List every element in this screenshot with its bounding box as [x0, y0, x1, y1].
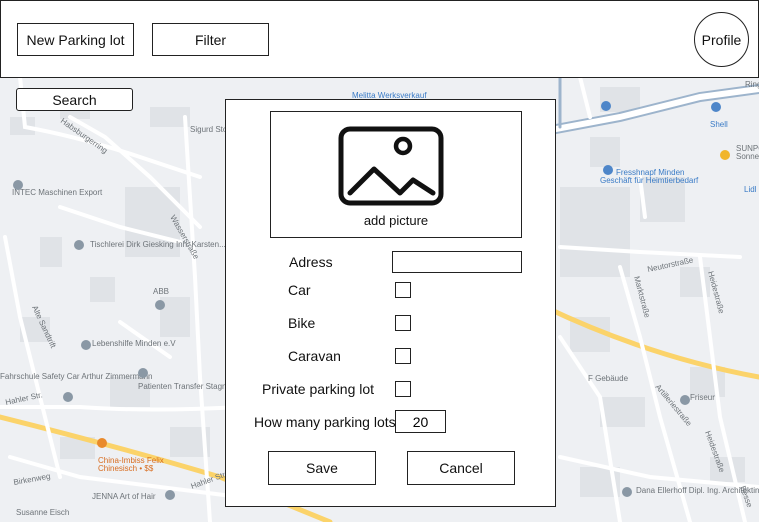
map-pin-icon[interactable]: [680, 395, 690, 405]
shop-pin-icon[interactable]: [601, 101, 611, 111]
restaurant-pin-icon[interactable]: [97, 438, 107, 448]
map-pin-icon[interactable]: [165, 490, 175, 500]
adress-input[interactable]: [392, 251, 522, 273]
map-label: ABB: [153, 287, 169, 296]
new-parking-lot-dialog: add picture Adress Car Bike Caravan Priv…: [225, 99, 556, 507]
map-pin-icon[interactable]: [155, 300, 165, 310]
parking-lot-count-input[interactable]: [395, 410, 446, 433]
map-label: Shell: [710, 120, 728, 129]
map-pin-icon[interactable]: [63, 392, 73, 402]
shop-pin-icon[interactable]: [603, 165, 613, 175]
profile-button[interactable]: Profile: [694, 12, 749, 67]
sun-pin-icon[interactable]: [720, 150, 730, 160]
car-label: Car: [288, 282, 311, 298]
caravan-checkbox[interactable]: [395, 348, 411, 364]
map-label: Patienten Transfer Stagneth: [138, 382, 238, 391]
bike-checkbox[interactable]: [395, 315, 411, 331]
private-parking-lot-checkbox[interactable]: [395, 381, 411, 397]
bike-label: Bike: [288, 315, 316, 331]
map-label: Sonnenst: [736, 152, 759, 161]
map-label: F Gebäude: [588, 374, 629, 383]
caravan-label: Caravan: [288, 348, 341, 364]
new-parking-lot-button[interactable]: New Parking lot: [17, 23, 134, 56]
map-label: Lebenshilfe Minden e.V: [92, 339, 176, 348]
filter-button[interactable]: Filter: [152, 23, 269, 56]
map-pin-icon[interactable]: [138, 368, 148, 378]
car-checkbox[interactable]: [395, 282, 411, 298]
map-label: Fahrschule Safety Car Arthur Zimmermann: [0, 372, 153, 381]
map-label: JENNA Art of Hair: [92, 492, 156, 501]
map-label: Birkenweg: [13, 472, 51, 487]
map-label: Tischlerei Dirk Giesking Inh. Karsten...: [90, 240, 226, 249]
add-picture-box[interactable]: add picture: [270, 111, 522, 238]
map-pin-icon[interactable]: [74, 240, 84, 250]
map-pin-icon[interactable]: [622, 487, 632, 497]
map-label: INTEC Maschinen Export: [12, 188, 103, 197]
fuel-pin-icon[interactable]: [711, 102, 721, 112]
map-pin-icon[interactable]: [81, 340, 91, 350]
map-label: Friseur: [690, 393, 715, 402]
save-button[interactable]: Save: [268, 451, 376, 485]
map-label: Hahler Str.: [5, 390, 44, 407]
top-bar: New Parking lot Filter Profile: [0, 0, 759, 78]
map-pin-icon[interactable]: [13, 180, 23, 190]
add-picture-label: add picture: [363, 213, 429, 228]
map-label: Lidl: [744, 185, 757, 194]
private-parking-lot-label: Private parking lot: [262, 381, 375, 397]
map-label: Ring: [745, 80, 759, 89]
cancel-button[interactable]: Cancel: [407, 451, 515, 485]
search-button[interactable]: Search: [16, 88, 133, 111]
adress-label: Adress: [289, 254, 333, 270]
map-label: Susanne Eisch: [16, 508, 69, 517]
map-label: Geschäft für Heimtierbedarf: [600, 176, 699, 185]
parking-lot-count-label: How many parking lots: [254, 414, 396, 430]
image-icon: [338, 126, 444, 206]
map-label: Chinesisch • $$: [98, 464, 154, 473]
